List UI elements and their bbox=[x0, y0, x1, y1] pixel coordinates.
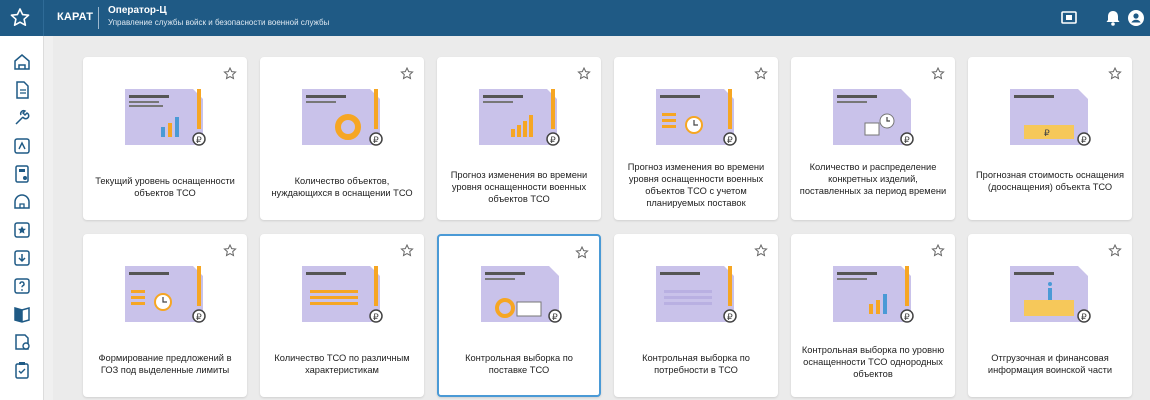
map-icon[interactable] bbox=[12, 136, 32, 156]
svg-text:₽: ₽ bbox=[1081, 312, 1087, 322]
app-subtitle: Управление службы войск и безопасности в… bbox=[108, 18, 330, 27]
header-divider bbox=[43, 0, 44, 36]
bar-chart-icon: ₽ bbox=[833, 266, 914, 323]
document-icon[interactable] bbox=[12, 80, 32, 100]
card-label: Прогноз изменения во времени уровня осна… bbox=[450, 170, 588, 204]
home-icon[interactable] bbox=[12, 52, 32, 72]
card-label: Контрольная выборка по поставке ТСО bbox=[465, 353, 573, 375]
svg-text:₽: ₽ bbox=[904, 135, 910, 145]
report-card[interactable]: ₽ Контрольная выборка по потребности в Т… bbox=[614, 234, 778, 397]
card-label: Контрольная выборка по потребности в ТСО bbox=[642, 353, 750, 375]
report-card[interactable]: ₽ ₽ Прогнозная стоимость оснащения (доос… bbox=[968, 57, 1132, 220]
clipboard-icon[interactable] bbox=[12, 360, 32, 380]
dome-icon[interactable] bbox=[12, 192, 32, 212]
svg-text:₽: ₽ bbox=[552, 312, 558, 322]
favorite-star-icon[interactable] bbox=[754, 244, 768, 258]
report-card[interactable]: ₽ Количество объектов, нуждающихся в осн… bbox=[260, 57, 424, 220]
help-icon[interactable] bbox=[12, 276, 32, 296]
info-scroll-icon: ₽ bbox=[1010, 266, 1091, 323]
favorite-star-icon[interactable] bbox=[223, 244, 237, 258]
svg-text:₽: ₽ bbox=[196, 135, 202, 145]
svg-text:₽: ₽ bbox=[727, 312, 733, 322]
report-card[interactable]: ₽ Отгрузочная и финансовая информация во… bbox=[968, 234, 1132, 397]
monitor-icon[interactable] bbox=[1060, 9, 1078, 27]
report-card[interactable]: ₽ Прогноз изменения во времени уровня ос… bbox=[437, 57, 601, 220]
table-doc-icon: ₽ bbox=[656, 266, 737, 323]
favorite-star-icon[interactable] bbox=[400, 67, 414, 81]
report-card[interactable]: ₽ Количество и распределение конкретных … bbox=[791, 57, 955, 220]
svg-text:₽: ₽ bbox=[550, 135, 556, 145]
card-label: Прогнозная стоимость оснащения (дооснаще… bbox=[975, 170, 1125, 192]
delivery-icon: ₽ bbox=[481, 266, 562, 323]
user-icon[interactable] bbox=[1127, 9, 1145, 27]
card-label: Количество объектов, нуждающихся в оснащ… bbox=[271, 176, 413, 198]
card-label: Текущий уровень оснащенности объектов ТС… bbox=[95, 176, 235, 198]
money-scroll-icon: ₽ ₽ bbox=[1010, 89, 1091, 146]
donut-chart-icon: ₽ bbox=[302, 89, 383, 146]
report-card-selected[interactable]: ₽ Контрольная выборка по поставке ТСО bbox=[437, 234, 601, 397]
svg-text:₽: ₽ bbox=[904, 312, 910, 322]
svg-text:₽: ₽ bbox=[196, 312, 202, 322]
card-label: Прогноз изменения во времени уровня осна… bbox=[627, 162, 765, 208]
app-title: Оператор-Ц bbox=[108, 5, 167, 16]
clock-doc-icon: ₽ bbox=[656, 89, 737, 146]
brand-name[interactable]: КАРАТ bbox=[57, 11, 93, 23]
box-clock-icon: ₽ bbox=[833, 89, 914, 146]
calculator-icon[interactable] bbox=[12, 164, 32, 184]
favorite-star-icon[interactable] bbox=[400, 244, 414, 258]
favorite-star-icon[interactable] bbox=[575, 246, 589, 260]
brand-divider bbox=[98, 7, 99, 29]
card-label: Формирование предложений в ГОЗ под выдел… bbox=[98, 353, 232, 375]
card-label: Отгрузочная и финансовая информация воин… bbox=[987, 353, 1113, 375]
wrench-icon[interactable] bbox=[12, 108, 32, 128]
table-doc-icon: ₽ bbox=[302, 266, 383, 323]
clock-doc-icon: ₽ bbox=[125, 266, 206, 323]
star-icon[interactable] bbox=[8, 6, 32, 30]
favorite-star-icon[interactable] bbox=[223, 67, 237, 81]
growth-chart-icon: ₽ bbox=[479, 89, 560, 146]
svg-text:₽: ₽ bbox=[1081, 135, 1087, 145]
card-label: Количество ТСО по различным характеристи… bbox=[274, 353, 410, 375]
favorite-star-icon[interactable] bbox=[1108, 244, 1122, 258]
card-label: Контрольная выборка по уровню оснащеннос… bbox=[801, 345, 945, 379]
report-icon[interactable] bbox=[12, 332, 32, 352]
report-card[interactable]: ₽ Контрольная выборка по уровню оснащенн… bbox=[791, 234, 955, 397]
top-bar: КАРАТ Оператор-Ц Управление службы войск… bbox=[0, 0, 1150, 36]
report-card[interactable]: ₽ Прогноз изменения во времени уровня ос… bbox=[614, 57, 778, 220]
book-icon[interactable] bbox=[12, 304, 32, 324]
report-card[interactable]: ₽ Текущий уровень оснащенности объектов … bbox=[83, 57, 247, 220]
sidebar bbox=[0, 36, 44, 400]
report-card[interactable]: ₽ Количество ТСО по различным характерис… bbox=[260, 234, 424, 397]
svg-text:₽: ₽ bbox=[1044, 128, 1050, 138]
favorite-star-icon[interactable] bbox=[931, 244, 945, 258]
report-card[interactable]: ₽ Формирование предложений в ГОЗ под выд… bbox=[83, 234, 247, 397]
favorite-star-icon[interactable] bbox=[1108, 67, 1122, 81]
svg-text:₽: ₽ bbox=[373, 312, 379, 322]
card-label: Количество и распределение конкретных из… bbox=[799, 162, 947, 196]
download-icon[interactable] bbox=[12, 248, 32, 268]
svg-text:₽: ₽ bbox=[727, 135, 733, 145]
bell-icon[interactable] bbox=[1104, 9, 1122, 27]
favorite-star-icon[interactable] bbox=[577, 67, 591, 81]
favorite-star-icon[interactable] bbox=[931, 67, 945, 81]
svg-text:₽: ₽ bbox=[373, 135, 379, 145]
bar-chart-icon: ₽ bbox=[125, 89, 206, 146]
favorite-star-icon[interactable] bbox=[754, 67, 768, 81]
star-box-icon[interactable] bbox=[12, 220, 32, 240]
